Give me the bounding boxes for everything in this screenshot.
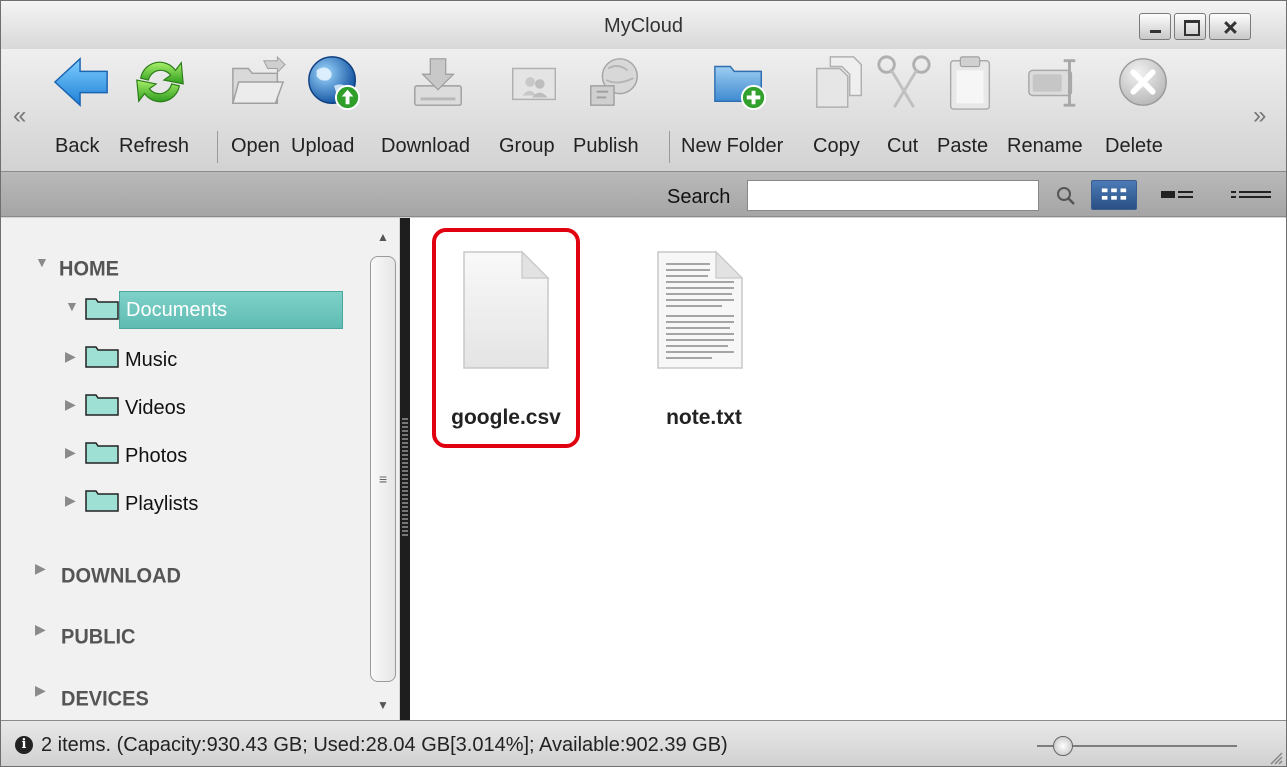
open-folder-icon [231, 55, 286, 104]
paste-label: Paste [937, 135, 989, 157]
cut-label: Cut [887, 135, 919, 157]
file-item-google-csv[interactable]: google.csv [432, 228, 580, 448]
file-name: note.txt [666, 406, 742, 429]
status-bar: i 2 items. (Capacity:930.43 GB; Used:28.… [1, 720, 1286, 766]
blank-file-icon [463, 250, 550, 369]
open-label: Open [231, 135, 280, 157]
publish-label: Publish [573, 135, 639, 157]
pane-splitter[interactable] [400, 218, 410, 720]
toolbar-separator [669, 131, 670, 163]
resize-grip-icon[interactable] [1267, 749, 1283, 765]
collapsed-triangle-icon[interactable]: ▶ [35, 621, 46, 638]
selected-folder-highlight[interactable]: Documents [119, 291, 343, 329]
toolbar-separator [217, 131, 218, 163]
tree-item-label: Photos [125, 445, 188, 467]
folder-icon [85, 394, 119, 416]
rename-icon [1028, 59, 1076, 107]
refresh-label: Refresh [119, 135, 190, 157]
scissors-icon [877, 55, 931, 108]
minimize-button[interactable] [1139, 13, 1171, 40]
publish-icon [590, 58, 638, 106]
section-label: HOME [59, 257, 119, 281]
close-button[interactable] [1209, 13, 1251, 40]
globe-upload-icon [308, 56, 361, 111]
back-label: Back [55, 135, 100, 157]
file-item-note-txt[interactable]: note.txt [630, 232, 778, 452]
collapsed-triangle-icon[interactable]: ▶ [35, 560, 46, 577]
expanded-triangle-icon[interactable]: ▼ [35, 254, 49, 270]
status-text: 2 items. (Capacity:930.43 GB; Used:28.04… [41, 734, 728, 756]
download-icon [414, 58, 462, 106]
tree-item-label: Playlists [125, 493, 199, 515]
text-file-icon [657, 250, 744, 369]
new-folder-icon [714, 65, 767, 111]
list-view-icon[interactable] [1231, 186, 1271, 204]
delete-icon [1119, 58, 1167, 106]
section-label: DOWNLOAD [61, 564, 181, 588]
sidebar-scrollbar[interactable]: ▲ ≡ ▼ [367, 218, 399, 720]
detail-view-icon[interactable] [1161, 186, 1193, 204]
copy-label: Copy [813, 135, 860, 157]
info-icon: i [15, 736, 33, 754]
search-label: Search [667, 186, 731, 208]
folder-tree-sidebar: ▼ HOME ▼ Documents ▶ Music ▶ Videos ▶ Ph… [1, 218, 399, 720]
zoom-slider-knob[interactable] [1053, 736, 1073, 756]
tree-item-label: Documents [126, 299, 228, 321]
rename-label: Rename [1007, 135, 1083, 157]
collapsed-triangle-icon[interactable]: ▶ [65, 444, 76, 461]
file-view: google.csv note.txt [410, 218, 1286, 720]
folder-icon [85, 490, 119, 512]
tree-item-label: Videos [125, 397, 186, 419]
maximize-button[interactable] [1174, 13, 1206, 40]
group-label: Group [499, 135, 555, 157]
scroll-down-arrow-icon[interactable]: ▼ [377, 698, 389, 712]
toolbar: « Back Refresh Open Upload Download Grou… [1, 49, 1286, 171]
search-icon[interactable] [1055, 185, 1077, 207]
folder-icon [85, 346, 119, 368]
file-name: google.csv [451, 406, 561, 429]
back-arrow-icon [53, 57, 108, 107]
search-input[interactable] [747, 180, 1039, 211]
refresh-icon [136, 61, 184, 103]
tree-item-label: Music [125, 349, 178, 371]
toolbar-scroll-right-button[interactable]: » [1253, 104, 1266, 128]
copy-icon [816, 56, 862, 108]
title-bar[interactable]: MyCloud [1, 1, 1286, 53]
splitter-grip-icon [402, 418, 408, 538]
grid-view-icon [1101, 188, 1127, 200]
mycloud-window: MyCloud « Back Refresh Open Upload Downl… [0, 0, 1287, 767]
group-icon [512, 67, 556, 101]
collapsed-triangle-icon[interactable]: ▶ [65, 348, 76, 365]
upload-label: Upload [291, 135, 355, 157]
section-label: DEVICES [61, 687, 149, 711]
collapsed-triangle-icon[interactable]: ▶ [65, 396, 76, 413]
window-title: MyCloud [604, 15, 683, 37]
collapsed-triangle-icon[interactable]: ▶ [65, 492, 76, 509]
expanded-triangle-icon[interactable]: ▼ [65, 298, 79, 314]
scrollbar-grip-icon: ≡ [379, 471, 388, 487]
grid-view-button[interactable] [1091, 180, 1137, 210]
toolbar-scroll-left-button[interactable]: « [13, 104, 26, 128]
scroll-up-arrow-icon[interactable]: ▲ [377, 230, 389, 244]
collapsed-triangle-icon[interactable]: ▶ [35, 682, 46, 699]
scrollbar-thumb[interactable]: ≡ [370, 256, 396, 682]
delete-label: Delete [1105, 135, 1163, 157]
folder-icon [85, 442, 119, 464]
folder-icon [85, 298, 119, 320]
section-label: PUBLIC [61, 625, 136, 649]
download-label: Download [381, 135, 470, 157]
search-bar: Search [1, 171, 1286, 217]
new-folder-label: New Folder [681, 135, 784, 157]
clipboard-icon [949, 56, 991, 110]
